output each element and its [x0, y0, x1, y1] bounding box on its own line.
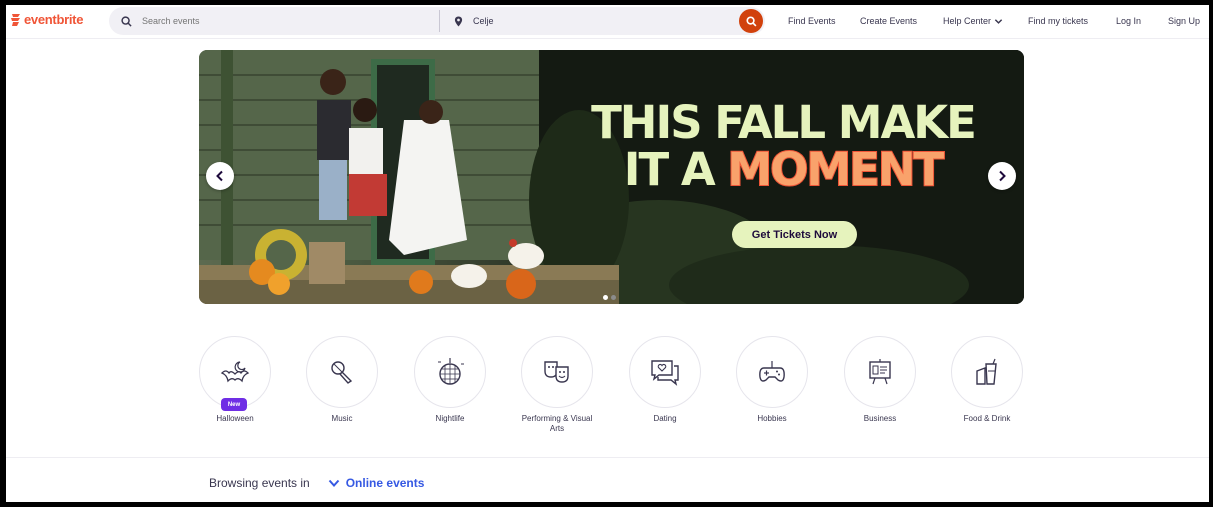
nav-log-in[interactable]: Log In: [1116, 16, 1141, 26]
nav-create-events-wrap: Create Events: [860, 5, 917, 37]
nav-help-center-wrap: Help Center: [943, 5, 1003, 37]
chevron-right-icon: [999, 170, 1006, 182]
search-input[interactable]: [142, 16, 422, 26]
category-label: Dating: [653, 414, 677, 423]
location-dropdown-label: Online events: [345, 476, 425, 490]
category-hobbies[interactable]: Hobbies: [736, 336, 808, 424]
browsing-location-bar: Browsing events in Online events: [209, 476, 424, 490]
location-search: [440, 16, 765, 27]
category-label: Food & Drink: [963, 414, 1011, 423]
top-header: eventbrite Search events Celje Find Even…: [6, 5, 1209, 37]
page-frame: eventbrite Search events Celje Find Even…: [6, 5, 1209, 502]
category-nightlife[interactable]: Nightlife: [414, 336, 486, 424]
category-icon-circle: [521, 336, 593, 408]
carousel-next-button[interactable]: [988, 162, 1016, 190]
category-dating[interactable]: Dating: [629, 336, 701, 424]
category-performing-visual-arts[interactable]: Performing & Visual Arts: [521, 336, 593, 434]
nav-help-center[interactable]: Help Center: [943, 16, 991, 26]
category-list: New Halloween Music Nightlife Performing…: [199, 336, 1029, 446]
carousel-dots: [603, 295, 616, 300]
hero-headline-line2: IT A MOMENT: [573, 143, 993, 196]
carousel-dot-2[interactable]: [611, 295, 616, 300]
new-badge: New: [221, 398, 247, 411]
hero-headline-prefix: IT A: [623, 143, 728, 196]
theater-masks-icon: [544, 361, 569, 383]
section-divider: [6, 457, 1209, 458]
category-icon-circle: [844, 336, 916, 408]
nav-sign-up[interactable]: Sign Up: [1168, 16, 1200, 26]
presentation-board-icon: [869, 359, 891, 385]
location-input[interactable]: [473, 16, 713, 26]
category-label: Halloween: [216, 414, 254, 423]
nav-find-events[interactable]: Find Events: [788, 16, 836, 26]
hero-headline-line1: THIS FALL MAKE: [591, 96, 977, 149]
header-divider: [6, 38, 1209, 39]
category-label: Music: [331, 414, 353, 423]
search-bar: [109, 7, 765, 35]
carousel-dot-1[interactable]: [603, 295, 608, 300]
browsing-label: Browsing events in: [209, 476, 310, 490]
category-icon-circle: [306, 336, 378, 408]
nav-find-my-tickets[interactable]: Find my tickets: [1028, 16, 1088, 26]
carousel-prev-button[interactable]: [206, 162, 234, 190]
chevron-down-icon: [328, 479, 339, 487]
search-icon: [121, 15, 132, 27]
category-icon-circle: [951, 336, 1023, 408]
hero-banner[interactable]: THIS FALL MAKE IT A MOMENT Get Tickets N…: [199, 50, 1024, 304]
category-music[interactable]: Music: [306, 336, 378, 424]
get-tickets-button[interactable]: Get Tickets Now: [732, 221, 857, 248]
hero-headline: THIS FALL MAKE IT A MOMENT: [573, 96, 993, 196]
logo-text: eventbrite: [24, 12, 84, 27]
disco-ball-icon: [438, 358, 464, 385]
nav-find-tickets-wrap: Find my tickets: [1028, 5, 1088, 37]
category-icon-circle: [736, 336, 808, 408]
location-dropdown[interactable]: Online events: [328, 476, 425, 490]
chevron-down-icon[interactable]: [994, 18, 1003, 25]
gamepad-icon: [759, 361, 785, 382]
search-icon: [745, 15, 756, 26]
location-pin-icon: [454, 16, 463, 26]
category-business[interactable]: Business: [844, 336, 916, 424]
food-drink-icon: [976, 358, 997, 385]
nav-find-events-wrap: Find Events: [788, 5, 836, 37]
category-food-drink[interactable]: Food & Drink: [951, 336, 1023, 424]
chevron-left-icon: [216, 170, 223, 182]
category-icon-circle: [629, 336, 701, 408]
halloween-bat-icon: [220, 361, 250, 383]
search-button[interactable]: [739, 9, 763, 33]
category-halloween[interactable]: New Halloween: [199, 336, 271, 424]
hero-headline-highlight: MOMENT: [726, 143, 945, 196]
category-label: Nightlife: [435, 414, 465, 423]
category-label: Performing & Visual Arts: [521, 414, 593, 433]
category-label: Hobbies: [757, 414, 787, 423]
event-search: [109, 15, 439, 27]
nav-log-in-wrap: Log In: [1116, 5, 1141, 37]
nav-create-events[interactable]: Create Events: [860, 16, 917, 26]
microphone-icon: [331, 361, 353, 384]
category-label: Business: [863, 414, 897, 423]
category-icon-circle: [414, 336, 486, 408]
nav-sign-up-wrap: Sign Up: [1168, 5, 1200, 37]
chat-heart-icon: [651, 360, 679, 386]
eventbrite-logo[interactable]: eventbrite: [10, 12, 83, 27]
eventbrite-logo-icon: [11, 13, 20, 26]
